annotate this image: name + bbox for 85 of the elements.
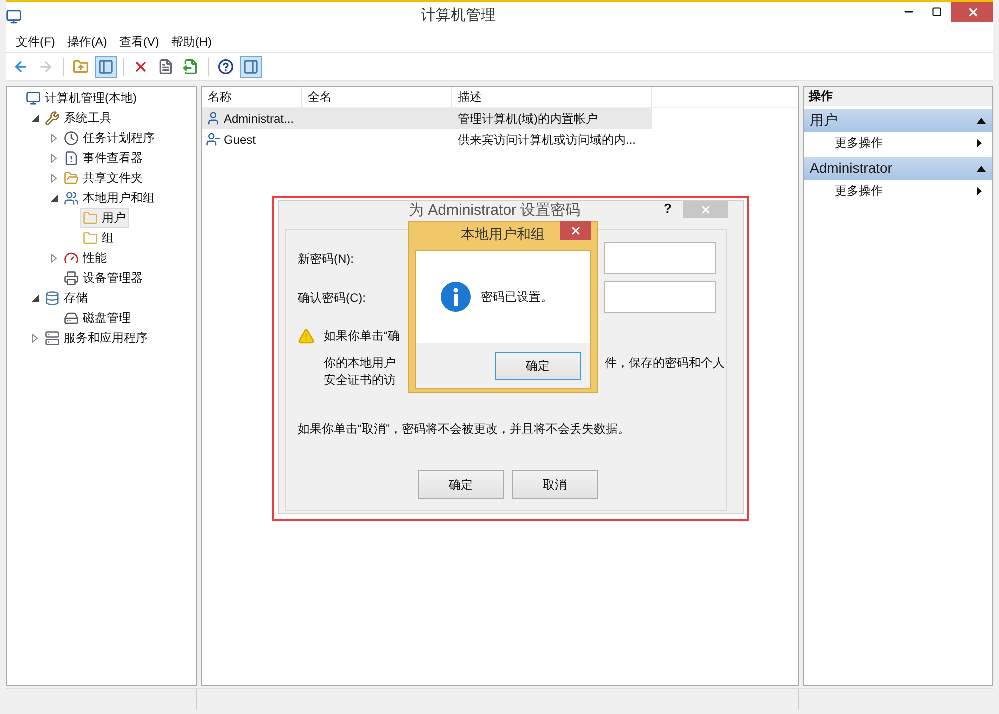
message-box-title: 本地用户和组: [460, 225, 546, 244]
tree-item[interactable]: 系统工具: [42, 108, 115, 128]
folder-icon: [83, 230, 98, 246]
cancel-note: 如果你单击“取消”，密码将不会被更改，并且将不会丢失数据。: [298, 421, 630, 438]
storage-icon: [45, 290, 60, 306]
server-icon: [45, 330, 60, 346]
dialog-button[interactable]: 确定: [418, 470, 504, 499]
help-button[interactable]: ?: [664, 201, 672, 216]
warning-text: 你的本地用户: [324, 355, 396, 371]
warning-icon: [298, 328, 315, 345]
tree-item[interactable]: 存储: [42, 288, 91, 308]
user-row[interactable]: Guest 供来宾访问计算机或访问域的内...: [202, 129, 652, 150]
tree-item[interactable]: 本地用户和组: [61, 188, 158, 208]
app-icon: [6, 8, 22, 24]
user-row[interactable]: Administrat... 管理计算机(域)的内置帐户: [202, 108, 652, 129]
tree-item[interactable]: 磁盘管理: [61, 308, 134, 328]
dialog-title: 为 Administrator 设置密码: [409, 202, 581, 219]
device-icon: [64, 270, 79, 286]
table-cell-text: 管理计算机(域)的内置帐户: [457, 110, 598, 128]
tree-item[interactable]: 事件查看器: [61, 148, 146, 168]
warning-text: 件，保存的密码和个人: [605, 355, 725, 371]
warning-text: 如果你单击“确: [324, 328, 400, 344]
tree-item[interactable]: 服务和应用程序: [42, 328, 151, 348]
field-label: 确认密码(C):: [298, 290, 366, 307]
close-icon: [700, 204, 712, 216]
maximize-icon: [932, 7, 942, 17]
window-title: 计算机管理: [420, 6, 497, 26]
close-icon: [966, 6, 980, 18]
tree-item[interactable]: 共享文件夹: [61, 168, 146, 188]
message-text: 密码已设置。: [481, 289, 553, 306]
clock-icon: [64, 130, 79, 146]
info-icon: [441, 282, 471, 312]
wrench-icon: [45, 110, 60, 126]
action-item[interactable]: 更多操作: [804, 132, 992, 154]
warning-text: 安全证书的访: [324, 372, 396, 388]
table-cell-text: Guest: [224, 132, 256, 148]
submenu-arrow-icon: [977, 186, 982, 196]
expand-arrow-icon[interactable]: [51, 174, 57, 182]
dialog-button[interactable]: 取消: [512, 470, 598, 499]
column-header[interactable]: 描述: [452, 87, 652, 107]
message-box-close-button[interactable]: [560, 221, 591, 240]
password-field[interactable]: [604, 242, 716, 274]
collapse-arrow-icon[interactable]: [32, 114, 38, 122]
menu-item[interactable]: 帮助(H): [165, 32, 218, 50]
action-section-header[interactable]: 用户: [804, 109, 992, 132]
folder-icon: [83, 210, 98, 226]
expand-arrow-icon[interactable]: [32, 334, 38, 342]
close-icon: [570, 224, 582, 236]
panel-right-icon[interactable]: [240, 56, 262, 78]
actions-header: 操作: [804, 87, 992, 106]
collapse-arrow-icon[interactable]: [32, 294, 38, 302]
submenu-arrow-icon: [977, 138, 982, 148]
tree-item[interactable]: 任务计划程序: [61, 128, 158, 148]
expand-arrow-icon[interactable]: [51, 154, 57, 162]
collapse-triangle-icon: [977, 118, 986, 124]
user-icon: [206, 132, 221, 147]
table-cell-text: 供来宾访问计算机或访问域的内...: [457, 132, 636, 148]
collapse-triangle-icon: [977, 166, 986, 172]
expand-arrow-icon[interactable]: [51, 254, 57, 262]
menu-item[interactable]: 文件(F): [10, 32, 62, 50]
menu-item[interactable]: 操作(A): [61, 32, 114, 50]
tree-item[interactable]: 用户: [80, 208, 129, 228]
panel-left-icon[interactable]: [95, 56, 117, 78]
column-header[interactable]: 名称: [202, 87, 302, 107]
tree-item[interactable]: 性能: [61, 248, 110, 268]
password-field[interactable]: [604, 281, 716, 313]
event-log-icon: [64, 150, 79, 166]
tree-item[interactable]: 设备管理器: [61, 268, 146, 288]
shared-folder-icon: [64, 170, 79, 186]
column-header[interactable]: 全名: [302, 87, 452, 107]
table-cell-text: Administrat...: [224, 110, 294, 128]
field-label: 新密码(N):: [298, 251, 354, 268]
ok-button[interactable]: 确定: [495, 352, 581, 380]
expand-arrow-icon[interactable]: [51, 134, 57, 142]
action-section-header[interactable]: Administrator: [804, 157, 992, 180]
gauge-icon: [64, 250, 79, 266]
user-icon: [206, 111, 221, 126]
computer-icon: [26, 90, 41, 106]
menu-item[interactable]: 查看(V): [113, 32, 166, 50]
close-button[interactable]: [951, 2, 993, 22]
action-item[interactable]: 更多操作: [804, 180, 992, 202]
tree-item[interactable]: 计算机管理(本地): [23, 88, 140, 108]
users-icon: [64, 190, 79, 206]
collapse-arrow-icon[interactable]: [50, 194, 58, 202]
tree-item[interactable]: 组: [80, 228, 117, 248]
